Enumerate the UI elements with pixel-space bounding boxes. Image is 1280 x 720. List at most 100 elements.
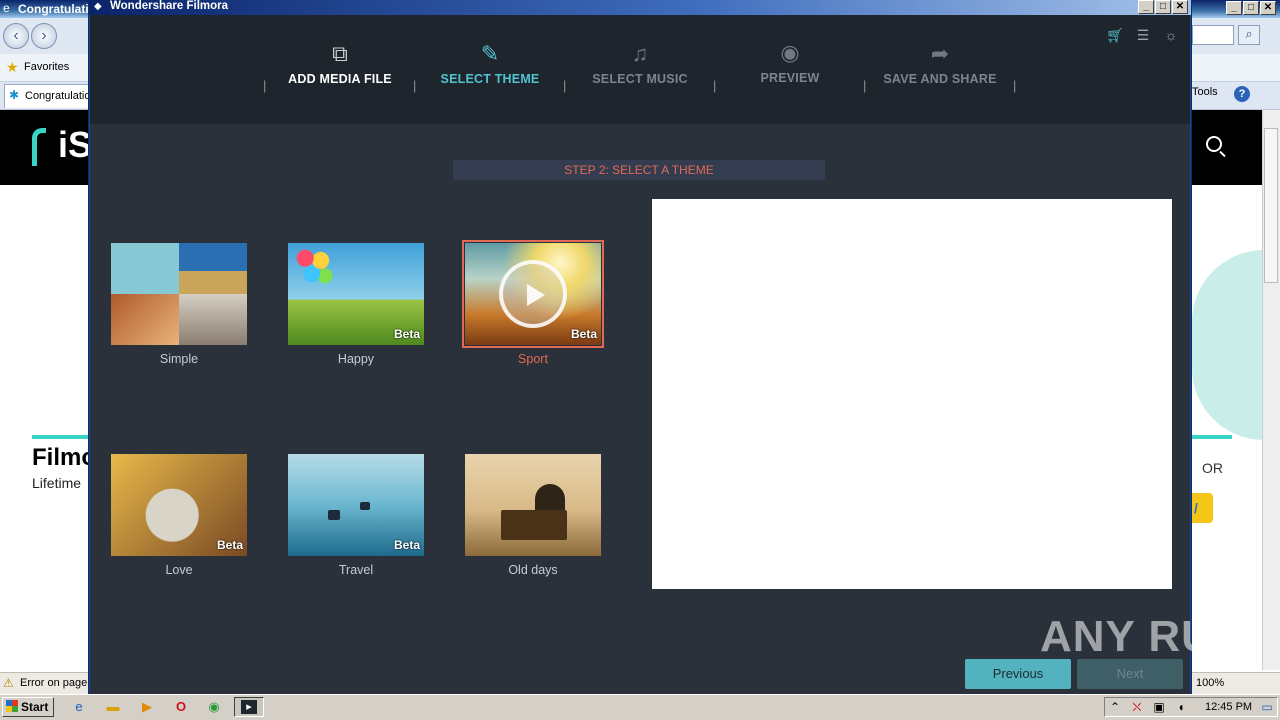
forward-icon[interactable]: › xyxy=(31,23,57,49)
step-label: SELECT THEME xyxy=(440,72,540,86)
search-icon[interactable]: ⌕ xyxy=(1238,25,1260,45)
chrome-icon[interactable]: ◉ xyxy=(205,699,223,715)
theme-preview-area xyxy=(652,199,1172,589)
zoom-level[interactable]: 100% xyxy=(1196,677,1224,689)
page-icon: ✱ xyxy=(9,88,20,102)
bench-image xyxy=(501,510,567,540)
volume-icon[interactable]: ◖ xyxy=(1174,700,1188,714)
theme-thumbnail[interactable]: Beta xyxy=(111,454,247,556)
beta-badge: Beta xyxy=(216,538,243,552)
previous-button[interactable]: Previous xyxy=(965,659,1071,689)
filmora-minimize-button[interactable]: _ xyxy=(1138,0,1154,14)
step-label: PREVIEW xyxy=(760,71,820,85)
ie-window-title: Congratulati xyxy=(18,2,89,16)
web-buy-button[interactable]: / xyxy=(1192,493,1213,523)
theme-name: Travel xyxy=(338,563,374,577)
theme-happy[interactable]: Beta Happy xyxy=(288,243,424,366)
next-button[interactable]: Next xyxy=(1077,659,1183,689)
step-select-theme[interactable]: ✎ SELECT THEME xyxy=(415,40,565,86)
web-logo[interactable]: iS xyxy=(58,124,92,166)
network-icon[interactable]: ▣ xyxy=(1152,700,1166,714)
step-preview[interactable]: ◉ PREVIEW xyxy=(715,39,865,85)
theme-simple[interactable]: Simple xyxy=(111,243,247,366)
gondola-image xyxy=(360,502,370,510)
beta-badge: Beta xyxy=(393,327,420,341)
theme-thumbnail[interactable]: Beta xyxy=(288,454,424,556)
security-icon[interactable]: ⛌ xyxy=(1130,700,1144,714)
windows-logo-icon xyxy=(6,700,18,712)
theme-thumbnail[interactable] xyxy=(465,454,601,556)
web-search-icon[interactable] xyxy=(1206,136,1222,152)
step-label: SELECT MUSIC xyxy=(592,72,688,86)
theme-name: Old days xyxy=(508,563,558,577)
web-subtitle: Lifetime xyxy=(32,475,82,491)
filmora-taskbar-button[interactable]: ▸ xyxy=(234,697,264,717)
step-select-music[interactable]: ♫ SELECT MUSIC xyxy=(565,40,715,86)
theme-name: Simple xyxy=(159,352,199,366)
beta-badge: Beta xyxy=(393,538,420,552)
favorites-button[interactable]: Favorites xyxy=(24,61,69,73)
theme-name: Sport xyxy=(518,352,548,366)
filmora-close-button[interactable]: ✕ xyxy=(1172,0,1188,14)
media-icon: ⧉ xyxy=(332,41,348,66)
step-save-and-share[interactable]: ➦ SAVE AND SHARE xyxy=(865,40,1015,86)
eye-icon: ◉ xyxy=(780,40,800,65)
theme-love[interactable]: Beta Love xyxy=(111,454,247,577)
ie-taskbar-icon[interactable]: e xyxy=(70,699,88,715)
theme-travel[interactable]: Beta Travel xyxy=(288,454,424,577)
step-banner: STEP 2: SELECT A THEME xyxy=(453,160,825,180)
web-title: Filmo xyxy=(32,444,96,471)
step-label: SAVE AND SHARE xyxy=(883,72,997,86)
filmora-window-title: Wondershare Filmora xyxy=(110,0,229,12)
ie-minimize-button[interactable]: _ xyxy=(1226,1,1242,15)
show-desktop-icon[interactable]: ▭ xyxy=(1260,700,1274,714)
brightness-icon[interactable]: ☼ xyxy=(1162,26,1180,44)
back-icon[interactable]: ‹ xyxy=(3,23,29,49)
taskbar xyxy=(0,694,1280,720)
ie-scroll-thumb[interactable] xyxy=(1264,128,1278,283)
tools-menu[interactable]: Tools xyxy=(1192,86,1218,98)
theme-sport[interactable]: Beta Sport xyxy=(462,240,604,366)
cart-icon[interactable]: 🛒︎ xyxy=(1106,26,1124,44)
music-icon: ♫ xyxy=(631,41,649,66)
ie-close-button[interactable]: ✕ xyxy=(1260,1,1276,15)
theme-thumbnail[interactable] xyxy=(111,243,247,345)
ie-maximize-button[interactable]: □ xyxy=(1243,1,1259,15)
web-decoration xyxy=(1192,250,1264,440)
beta-badge: Beta xyxy=(570,327,597,341)
folder-icon[interactable]: ▬ xyxy=(104,699,122,715)
status-text[interactable]: Error on page xyxy=(20,677,87,689)
web-header-right xyxy=(1192,110,1264,185)
help-icon[interactable]: ? xyxy=(1234,86,1250,102)
filmora-titlebar xyxy=(89,0,1191,15)
ie-app-icon: e xyxy=(3,1,10,15)
menu-icon[interactable]: ☰ xyxy=(1134,26,1152,44)
clock[interactable]: 12:45 PM xyxy=(1205,701,1252,713)
theme-thumbnail[interactable]: Beta xyxy=(288,243,424,345)
media-player-icon[interactable]: ▶ xyxy=(138,699,156,715)
theme-thumbnail[interactable]: Beta xyxy=(462,240,604,348)
play-icon[interactable] xyxy=(527,284,545,306)
theme-icon: ✎ xyxy=(480,41,500,66)
gondola-image xyxy=(328,510,340,520)
ie-search-input[interactable] xyxy=(1192,25,1234,45)
warning-icon[interactable]: ⚠ xyxy=(3,676,14,690)
tray-expand-icon[interactable]: ⌃ xyxy=(1108,700,1122,714)
share-icon: ➦ xyxy=(930,41,950,66)
filmora-icon: ▸ xyxy=(241,700,257,714)
star-icon: ★ xyxy=(6,59,19,75)
opera-icon[interactable]: O xyxy=(172,699,190,715)
balloons-image xyxy=(292,245,336,289)
web-or-label: OR xyxy=(1202,460,1223,476)
web-accent-line xyxy=(32,435,88,439)
step-add-media-file[interactable]: ⧉ ADD MEDIA FILE xyxy=(265,40,415,86)
watermark: ANY RUN xyxy=(1040,612,1247,661)
web-logo-mark xyxy=(32,128,46,166)
web-accent-line xyxy=(1192,435,1232,439)
filmora-app-icon: ◆ xyxy=(94,1,102,12)
theme-old-days[interactable]: Old days xyxy=(465,454,601,577)
theme-name: Happy xyxy=(337,352,375,366)
step-label: ADD MEDIA FILE xyxy=(288,72,392,86)
filmora-maximize-button[interactable]: □ xyxy=(1155,0,1171,14)
theme-name: Love xyxy=(165,563,193,577)
